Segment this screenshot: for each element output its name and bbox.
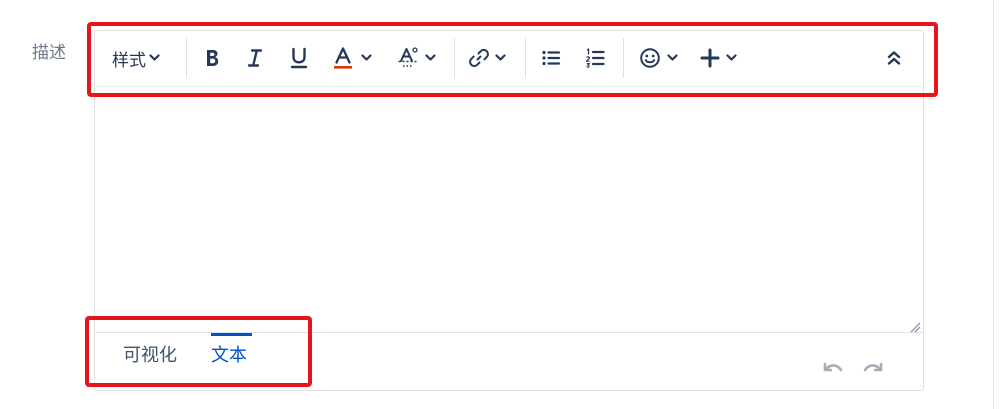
chevron-down-icon [425, 54, 436, 62]
more-formatting-button[interactable] [397, 41, 436, 75]
redo-icon [863, 359, 885, 378]
chevron-down-icon [667, 54, 678, 62]
chevron-down-icon [495, 54, 506, 62]
link-icon [468, 47, 490, 69]
numbered-list-icon [585, 48, 605, 68]
underline-icon [290, 47, 308, 69]
undo-icon [821, 359, 843, 378]
bullet-list-button[interactable] [541, 41, 561, 75]
link-button[interactable] [468, 41, 506, 75]
emoji-icon [639, 47, 661, 69]
tab-text[interactable]: 文本 [211, 343, 247, 369]
active-tab-indicator [211, 333, 252, 336]
page: 描述 样式 可视化 文本 [0, 0, 999, 409]
numbered-list-button[interactable] [585, 41, 605, 75]
strikethrough-icon [397, 46, 421, 70]
toolbar-separator [186, 38, 187, 78]
text-style-label: 样式 [112, 50, 146, 71]
toolbar-separator [623, 38, 624, 78]
plus-icon [700, 48, 720, 68]
undo-button[interactable] [821, 359, 843, 378]
text-style-dropdown[interactable]: 样式 [112, 41, 160, 75]
editor-content-area[interactable] [95, 87, 923, 333]
rich-text-editor: 样式 可视化 文本 [94, 30, 924, 391]
chevron-down-icon [361, 54, 372, 62]
collapse-toolbar-button[interactable] [887, 41, 901, 75]
resize-grip-icon[interactable] [909, 318, 921, 333]
bold-icon [204, 48, 220, 68]
panel-divider [993, 0, 994, 409]
italic-button[interactable] [247, 41, 263, 75]
bold-button[interactable] [204, 41, 220, 75]
double-chevron-up-icon [887, 50, 901, 66]
chevron-down-icon [149, 54, 160, 62]
bullet-list-icon [541, 49, 561, 67]
redo-button[interactable] [863, 359, 885, 378]
text-color-icon [333, 46, 353, 70]
editor-toolbar: 样式 [95, 31, 923, 87]
italic-icon [247, 48, 263, 68]
toolbar-separator [525, 38, 526, 78]
chevron-down-icon [726, 54, 737, 62]
text-color-button[interactable] [333, 41, 372, 75]
tab-visual[interactable]: 可视化 [123, 343, 177, 369]
toolbar-separator [454, 38, 455, 78]
emoji-button[interactable] [639, 41, 678, 75]
underline-button[interactable] [290, 41, 308, 75]
description-label: 描述 [32, 43, 66, 63]
insert-button[interactable] [700, 41, 737, 75]
